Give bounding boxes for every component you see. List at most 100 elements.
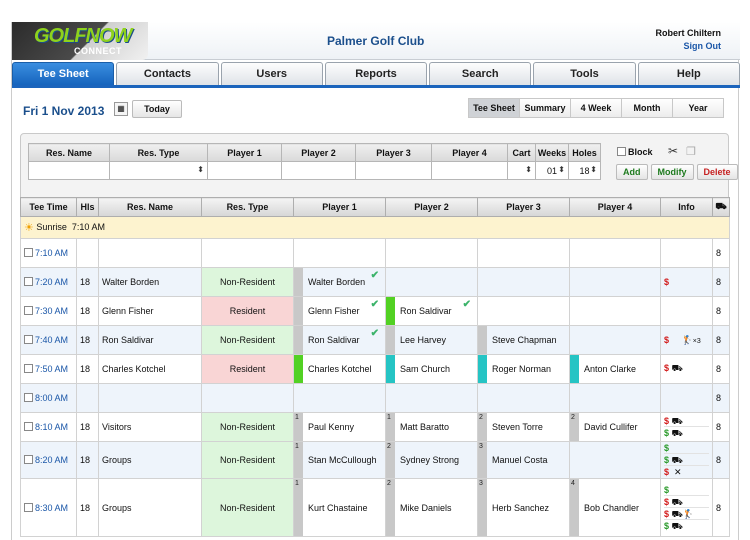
delete-button[interactable]: Delete — [696, 164, 738, 180]
dollar-icon[interactable]: $ — [664, 509, 669, 519]
row-checkbox[interactable] — [24, 306, 33, 315]
player-3-cell[interactable]: 2 Steven Torre — [477, 412, 570, 442]
row-checkbox[interactable] — [24, 422, 33, 431]
player-2-cell[interactable] — [385, 383, 478, 413]
tee-time[interactable]: 8:00 AM — [35, 393, 68, 403]
copy-icon[interactable]: ❐ — [686, 145, 696, 158]
res-name-cell[interactable] — [98, 383, 202, 413]
view-summary-button[interactable]: Summary — [519, 98, 571, 118]
player-2-cell[interactable]: Ron Saldivar ✔ — [385, 296, 478, 326]
cart-select[interactable]: ⬍ — [507, 161, 536, 180]
tee-time[interactable]: 7:20 AM — [35, 277, 68, 287]
player-name[interactable]: Glenn Fisher — [308, 306, 360, 316]
row-checkbox[interactable] — [24, 502, 33, 512]
player-3-cell[interactable]: Steve Chapman — [477, 325, 570, 355]
tee-time-cell[interactable]: 8:30 AM — [20, 478, 77, 537]
dollar-icon[interactable]: $ — [664, 497, 669, 507]
player-name[interactable]: Matt Baratto — [400, 422, 449, 432]
player-name[interactable]: Herb Sanchez — [492, 503, 549, 513]
player-4-cell[interactable]: 2 David Cullifer — [569, 412, 661, 442]
calendar-icon[interactable]: ▦ — [114, 102, 128, 116]
table-row[interactable]: 8:10 AM 18 Visitors Non-Resident 1 Paul K… — [20, 412, 730, 442]
player-2-input[interactable] — [281, 161, 356, 180]
player-name[interactable]: Walter Borden — [308, 277, 365, 287]
row-checkbox[interactable] — [24, 455, 33, 464]
player-name[interactable]: Anton Clarke — [584, 364, 636, 374]
scissors-icon[interactable]: ✂ — [668, 144, 678, 158]
player-3-cell[interactable] — [477, 296, 570, 326]
player-name[interactable]: Sam Church — [400, 364, 450, 374]
tab-users[interactable]: Users — [220, 62, 323, 86]
player-3-cell[interactable]: 3 Herb Sanchez — [477, 478, 570, 537]
player-name[interactable]: Kurt Chastaine — [308, 503, 368, 513]
tee-time[interactable]: 8:30 AM — [35, 503, 68, 513]
player-1-cell[interactable] — [293, 238, 386, 268]
res-type-select[interactable]: ⬍ — [109, 161, 208, 180]
dollar-icon[interactable]: $ — [664, 416, 669, 426]
add-button[interactable]: Add — [616, 164, 648, 180]
tee-time[interactable]: 7:50 AM — [35, 364, 68, 374]
player-name[interactable]: Steven Torre — [492, 422, 543, 432]
tee-time-cell[interactable]: 8:20 AM — [20, 441, 77, 479]
player-3-cell[interactable]: Roger Norman — [477, 354, 570, 384]
holes-select[interactable]: 18 ⬍ — [568, 161, 601, 180]
row-checkbox[interactable] — [24, 277, 33, 286]
sign-out-link[interactable]: Sign Out — [684, 41, 722, 51]
player-1-cell[interactable]: 1 Kurt Chastaine — [293, 478, 386, 537]
golfnow-logo[interactable]: GOLFNOW CONNECT — [12, 22, 148, 60]
dollar-icon[interactable]: $ — [664, 467, 669, 477]
player-2-cell[interactable] — [385, 238, 478, 268]
res-name-cell[interactable]: Groups — [98, 441, 202, 479]
dollar-icon[interactable]: $ — [664, 485, 669, 495]
tee-time[interactable]: 8:10 AM — [35, 422, 68, 432]
dollar-icon[interactable]: $ — [664, 277, 669, 287]
tee-time[interactable]: 7:40 AM — [35, 335, 68, 345]
res-name-cell[interactable]: Groups — [98, 478, 202, 537]
player-1-cell[interactable]: Walter Borden ✔ — [293, 267, 386, 297]
player-1-cell[interactable]: 1 Stan McCullough — [293, 441, 386, 479]
tee-time-cell[interactable]: 8:10 AM — [20, 412, 77, 442]
view-tee-sheet-button[interactable]: Tee Sheet — [468, 98, 520, 118]
player-4-cell[interactable] — [569, 325, 661, 355]
player-name[interactable]: Mike Daniels — [400, 503, 452, 513]
tee-time-cell[interactable]: 8:00 AM — [20, 383, 77, 413]
dollar-icon[interactable]: $ — [664, 363, 669, 373]
player-4-input[interactable] — [431, 161, 508, 180]
player-name[interactable]: Sydney Strong — [400, 455, 459, 465]
player-2-cell[interactable]: Sam Church — [385, 354, 478, 384]
player-2-cell[interactable]: 2 Sydney Strong — [385, 441, 478, 479]
block-checkbox[interactable]: Block — [617, 147, 653, 157]
table-row[interactable]: 8:00 AM 8 — [20, 383, 730, 413]
row-checkbox[interactable] — [24, 248, 33, 257]
table-row[interactable]: 8:30 AM 18 Groups Non-Resident 1 Kurt Cha… — [20, 478, 730, 537]
player-name[interactable]: Stan McCullough — [308, 455, 377, 465]
table-row[interactable]: 7:40 AM 18 Ron Saldivar Non-Resident Ron… — [20, 325, 730, 355]
player-3-cell[interactable] — [477, 267, 570, 297]
player-1-input[interactable] — [207, 161, 282, 180]
view-4-week-button[interactable]: 4 Week — [570, 98, 622, 118]
dollar-icon[interactable]: $ — [664, 428, 669, 438]
player-name[interactable]: Paul Kenny — [308, 422, 354, 432]
tee-time-cell[interactable]: 7:20 AM — [20, 267, 77, 297]
player-4-cell[interactable]: 4 Bob Chandler — [569, 478, 661, 537]
player-2-cell[interactable]: 1 Matt Baratto — [385, 412, 478, 442]
table-row[interactable]: 7:50 AM 18 Charles Kotchel Resident Char… — [20, 354, 730, 384]
res-name-cell[interactable]: Glenn Fisher — [98, 296, 202, 326]
weeks-select[interactable]: 01 ⬍ — [535, 161, 569, 180]
tab-contacts[interactable]: Contacts — [116, 62, 219, 86]
dollar-icon[interactable]: $ — [664, 521, 669, 531]
row-checkbox[interactable] — [24, 335, 33, 344]
res-name-cell[interactable]: Visitors — [98, 412, 202, 442]
player-4-cell[interactable] — [569, 296, 661, 326]
player-name[interactable]: David Cullifer — [584, 422, 638, 432]
dollar-icon[interactable]: $ — [664, 443, 669, 453]
tee-time[interactable]: 7:10 AM — [35, 248, 68, 258]
res-name-cell[interactable]: Charles Kotchel — [98, 354, 202, 384]
row-checkbox[interactable] — [24, 393, 33, 402]
view-year-button[interactable]: Year — [672, 98, 724, 118]
player-4-cell[interactable] — [569, 441, 661, 479]
player-1-cell[interactable] — [293, 383, 386, 413]
res-name-cell[interactable]: Walter Borden — [98, 267, 202, 297]
tab-search[interactable]: Search — [429, 62, 532, 86]
table-row[interactable]: 7:30 AM 18 Glenn Fisher Resident Glenn F… — [20, 296, 730, 326]
